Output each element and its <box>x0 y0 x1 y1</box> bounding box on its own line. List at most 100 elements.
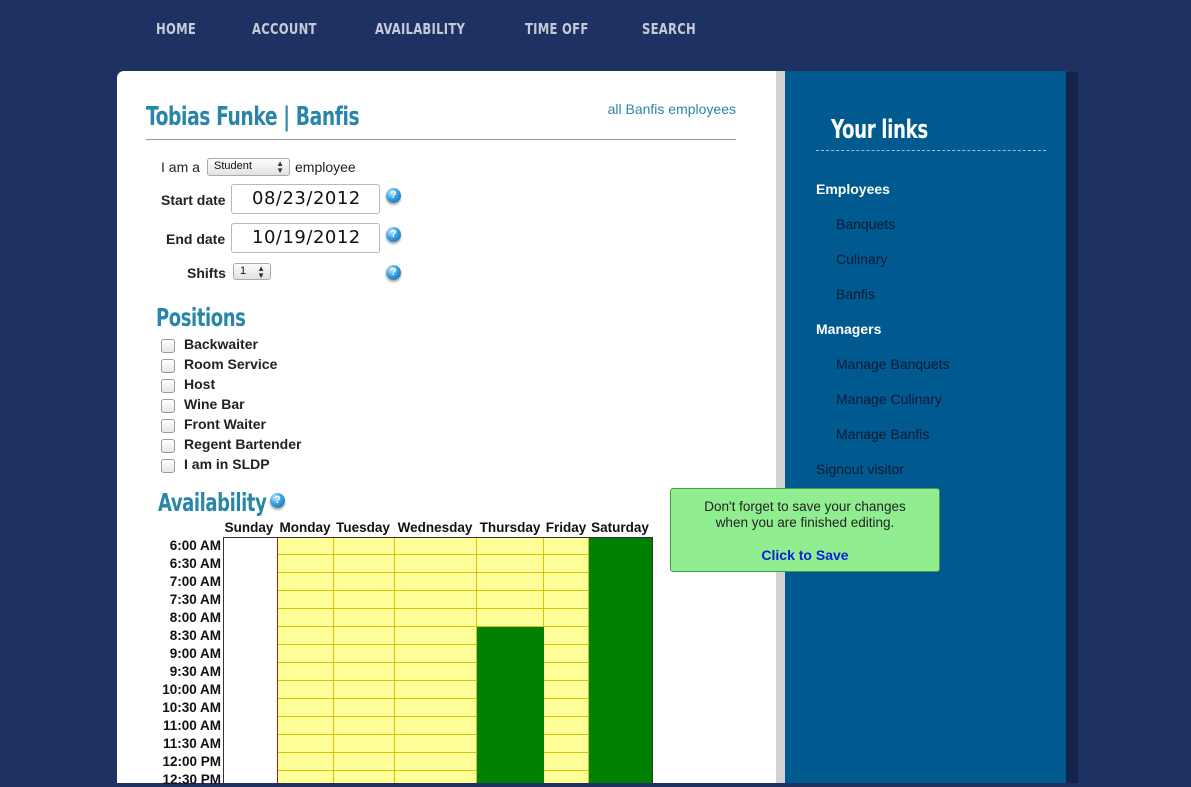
availability-cell-sunday[interactable] <box>223 591 278 609</box>
availability-cell-wednesday[interactable] <box>395 645 477 663</box>
availability-cell-monday[interactable] <box>278 735 334 753</box>
availability-cell-friday[interactable] <box>544 555 589 573</box>
availability-cell-saturday[interactable] <box>589 591 653 609</box>
availability-cell-monday[interactable] <box>278 609 334 627</box>
availability-cell-thursday[interactable] <box>477 663 544 681</box>
position-checkbox[interactable] <box>161 439 175 453</box>
availability-cell-wednesday[interactable] <box>395 753 477 771</box>
availability-cell-wednesday[interactable] <box>395 771 477 783</box>
availability-cell-saturday[interactable] <box>589 645 653 663</box>
availability-cell-saturday[interactable] <box>589 573 653 591</box>
availability-cell-thursday[interactable] <box>477 735 544 753</box>
sidebar-signout-link[interactable]: Signout visitor <box>816 461 904 477</box>
availability-cell-sunday[interactable] <box>223 537 278 555</box>
availability-cell-friday[interactable] <box>544 699 589 717</box>
availability-cell-thursday[interactable] <box>477 609 544 627</box>
availability-cell-monday[interactable] <box>278 591 334 609</box>
availability-cell-tuesday[interactable] <box>334 771 395 783</box>
availability-cell-saturday[interactable] <box>589 717 653 735</box>
availability-cell-wednesday[interactable] <box>395 591 477 609</box>
availability-cell-saturday[interactable] <box>589 663 653 681</box>
end-date-help-icon[interactable]: ? <box>386 227 401 242</box>
availability-cell-wednesday[interactable] <box>395 735 477 753</box>
availability-grid[interactable] <box>223 537 653 783</box>
availability-cell-saturday[interactable] <box>589 699 653 717</box>
nav-search[interactable]: SEARCH <box>642 20 696 38</box>
availability-cell-monday[interactable] <box>278 753 334 771</box>
availability-cell-thursday[interactable] <box>477 645 544 663</box>
availability-cell-tuesday[interactable] <box>334 555 395 573</box>
availability-cell-wednesday[interactable] <box>395 609 477 627</box>
availability-cell-saturday[interactable] <box>589 681 653 699</box>
sidebar-item-banquets[interactable]: Banquets <box>836 216 895 232</box>
position-checkbox[interactable] <box>161 339 175 353</box>
availability-cell-wednesday[interactable] <box>395 681 477 699</box>
availability-cell-wednesday[interactable] <box>395 555 477 573</box>
availability-cell-saturday[interactable] <box>589 627 653 645</box>
availability-cell-saturday[interactable] <box>589 609 653 627</box>
availability-cell-sunday[interactable] <box>223 645 278 663</box>
availability-cell-wednesday[interactable] <box>395 537 477 555</box>
position-checkbox[interactable] <box>161 419 175 433</box>
availability-cell-monday[interactable] <box>278 537 334 555</box>
availability-cell-saturday[interactable] <box>589 555 653 573</box>
all-employees-link[interactable]: all Banfis employees <box>608 101 736 117</box>
availability-cell-thursday[interactable] <box>477 699 544 717</box>
availability-cell-friday[interactable] <box>544 735 589 753</box>
availability-cell-thursday[interactable] <box>477 573 544 591</box>
availability-cell-saturday[interactable] <box>589 771 653 783</box>
availability-cell-sunday[interactable] <box>223 609 278 627</box>
start-date-help-icon[interactable]: ? <box>386 188 401 203</box>
availability-cell-tuesday[interactable] <box>334 609 395 627</box>
end-date-input[interactable]: 10/19/2012 <box>231 223 380 253</box>
availability-cell-friday[interactable] <box>544 717 589 735</box>
availability-cell-wednesday[interactable] <box>395 663 477 681</box>
availability-cell-saturday[interactable] <box>589 537 653 555</box>
availability-cell-sunday[interactable] <box>223 771 278 783</box>
availability-cell-thursday[interactable] <box>477 753 544 771</box>
availability-cell-monday[interactable] <box>278 645 334 663</box>
availability-cell-sunday[interactable] <box>223 663 278 681</box>
availability-cell-monday[interactable] <box>278 663 334 681</box>
click-to-save-link[interactable]: Click to Save <box>671 547 939 563</box>
availability-cell-monday[interactable] <box>278 573 334 591</box>
availability-cell-wednesday[interactable] <box>395 717 477 735</box>
availability-cell-tuesday[interactable] <box>334 663 395 681</box>
availability-cell-friday[interactable] <box>544 591 589 609</box>
availability-cell-sunday[interactable] <box>223 699 278 717</box>
availability-cell-thursday[interactable] <box>477 537 544 555</box>
availability-cell-tuesday[interactable] <box>334 735 395 753</box>
availability-cell-sunday[interactable] <box>223 681 278 699</box>
availability-cell-saturday[interactable] <box>589 735 653 753</box>
availability-cell-friday[interactable] <box>544 681 589 699</box>
availability-cell-thursday[interactable] <box>477 771 544 783</box>
availability-cell-tuesday[interactable] <box>334 717 395 735</box>
availability-cell-sunday[interactable] <box>223 753 278 771</box>
availability-cell-thursday[interactable] <box>477 591 544 609</box>
sidebar-item-manage-culinary[interactable]: Manage Culinary <box>836 391 942 407</box>
availability-cell-tuesday[interactable] <box>334 699 395 717</box>
shifts-help-icon[interactable]: ? <box>386 265 401 280</box>
availability-help-icon[interactable]: ? <box>270 493 285 508</box>
availability-cell-tuesday[interactable] <box>334 573 395 591</box>
availability-cell-wednesday[interactable] <box>395 627 477 645</box>
sidebar-item-manage-banfis[interactable]: Manage Banfis <box>836 426 929 442</box>
availability-cell-tuesday[interactable] <box>334 537 395 555</box>
start-date-input[interactable]: 08/23/2012 <box>231 184 380 214</box>
position-checkbox[interactable] <box>161 399 175 413</box>
shifts-select[interactable]: 1 ▲ ▼ <box>233 263 271 280</box>
position-checkbox[interactable] <box>161 379 175 393</box>
availability-cell-wednesday[interactable] <box>395 699 477 717</box>
availability-cell-friday[interactable] <box>544 645 589 663</box>
availability-cell-monday[interactable] <box>278 555 334 573</box>
availability-cell-tuesday[interactable] <box>334 627 395 645</box>
availability-cell-monday[interactable] <box>278 627 334 645</box>
availability-cell-monday[interactable] <box>278 771 334 783</box>
availability-cell-sunday[interactable] <box>223 717 278 735</box>
availability-cell-monday[interactable] <box>278 681 334 699</box>
availability-cell-friday[interactable] <box>544 537 589 555</box>
availability-cell-friday[interactable] <box>544 573 589 591</box>
nav-availability[interactable]: AVAILABILITY <box>375 20 465 38</box>
availability-cell-thursday[interactable] <box>477 555 544 573</box>
availability-cell-wednesday[interactable] <box>395 573 477 591</box>
